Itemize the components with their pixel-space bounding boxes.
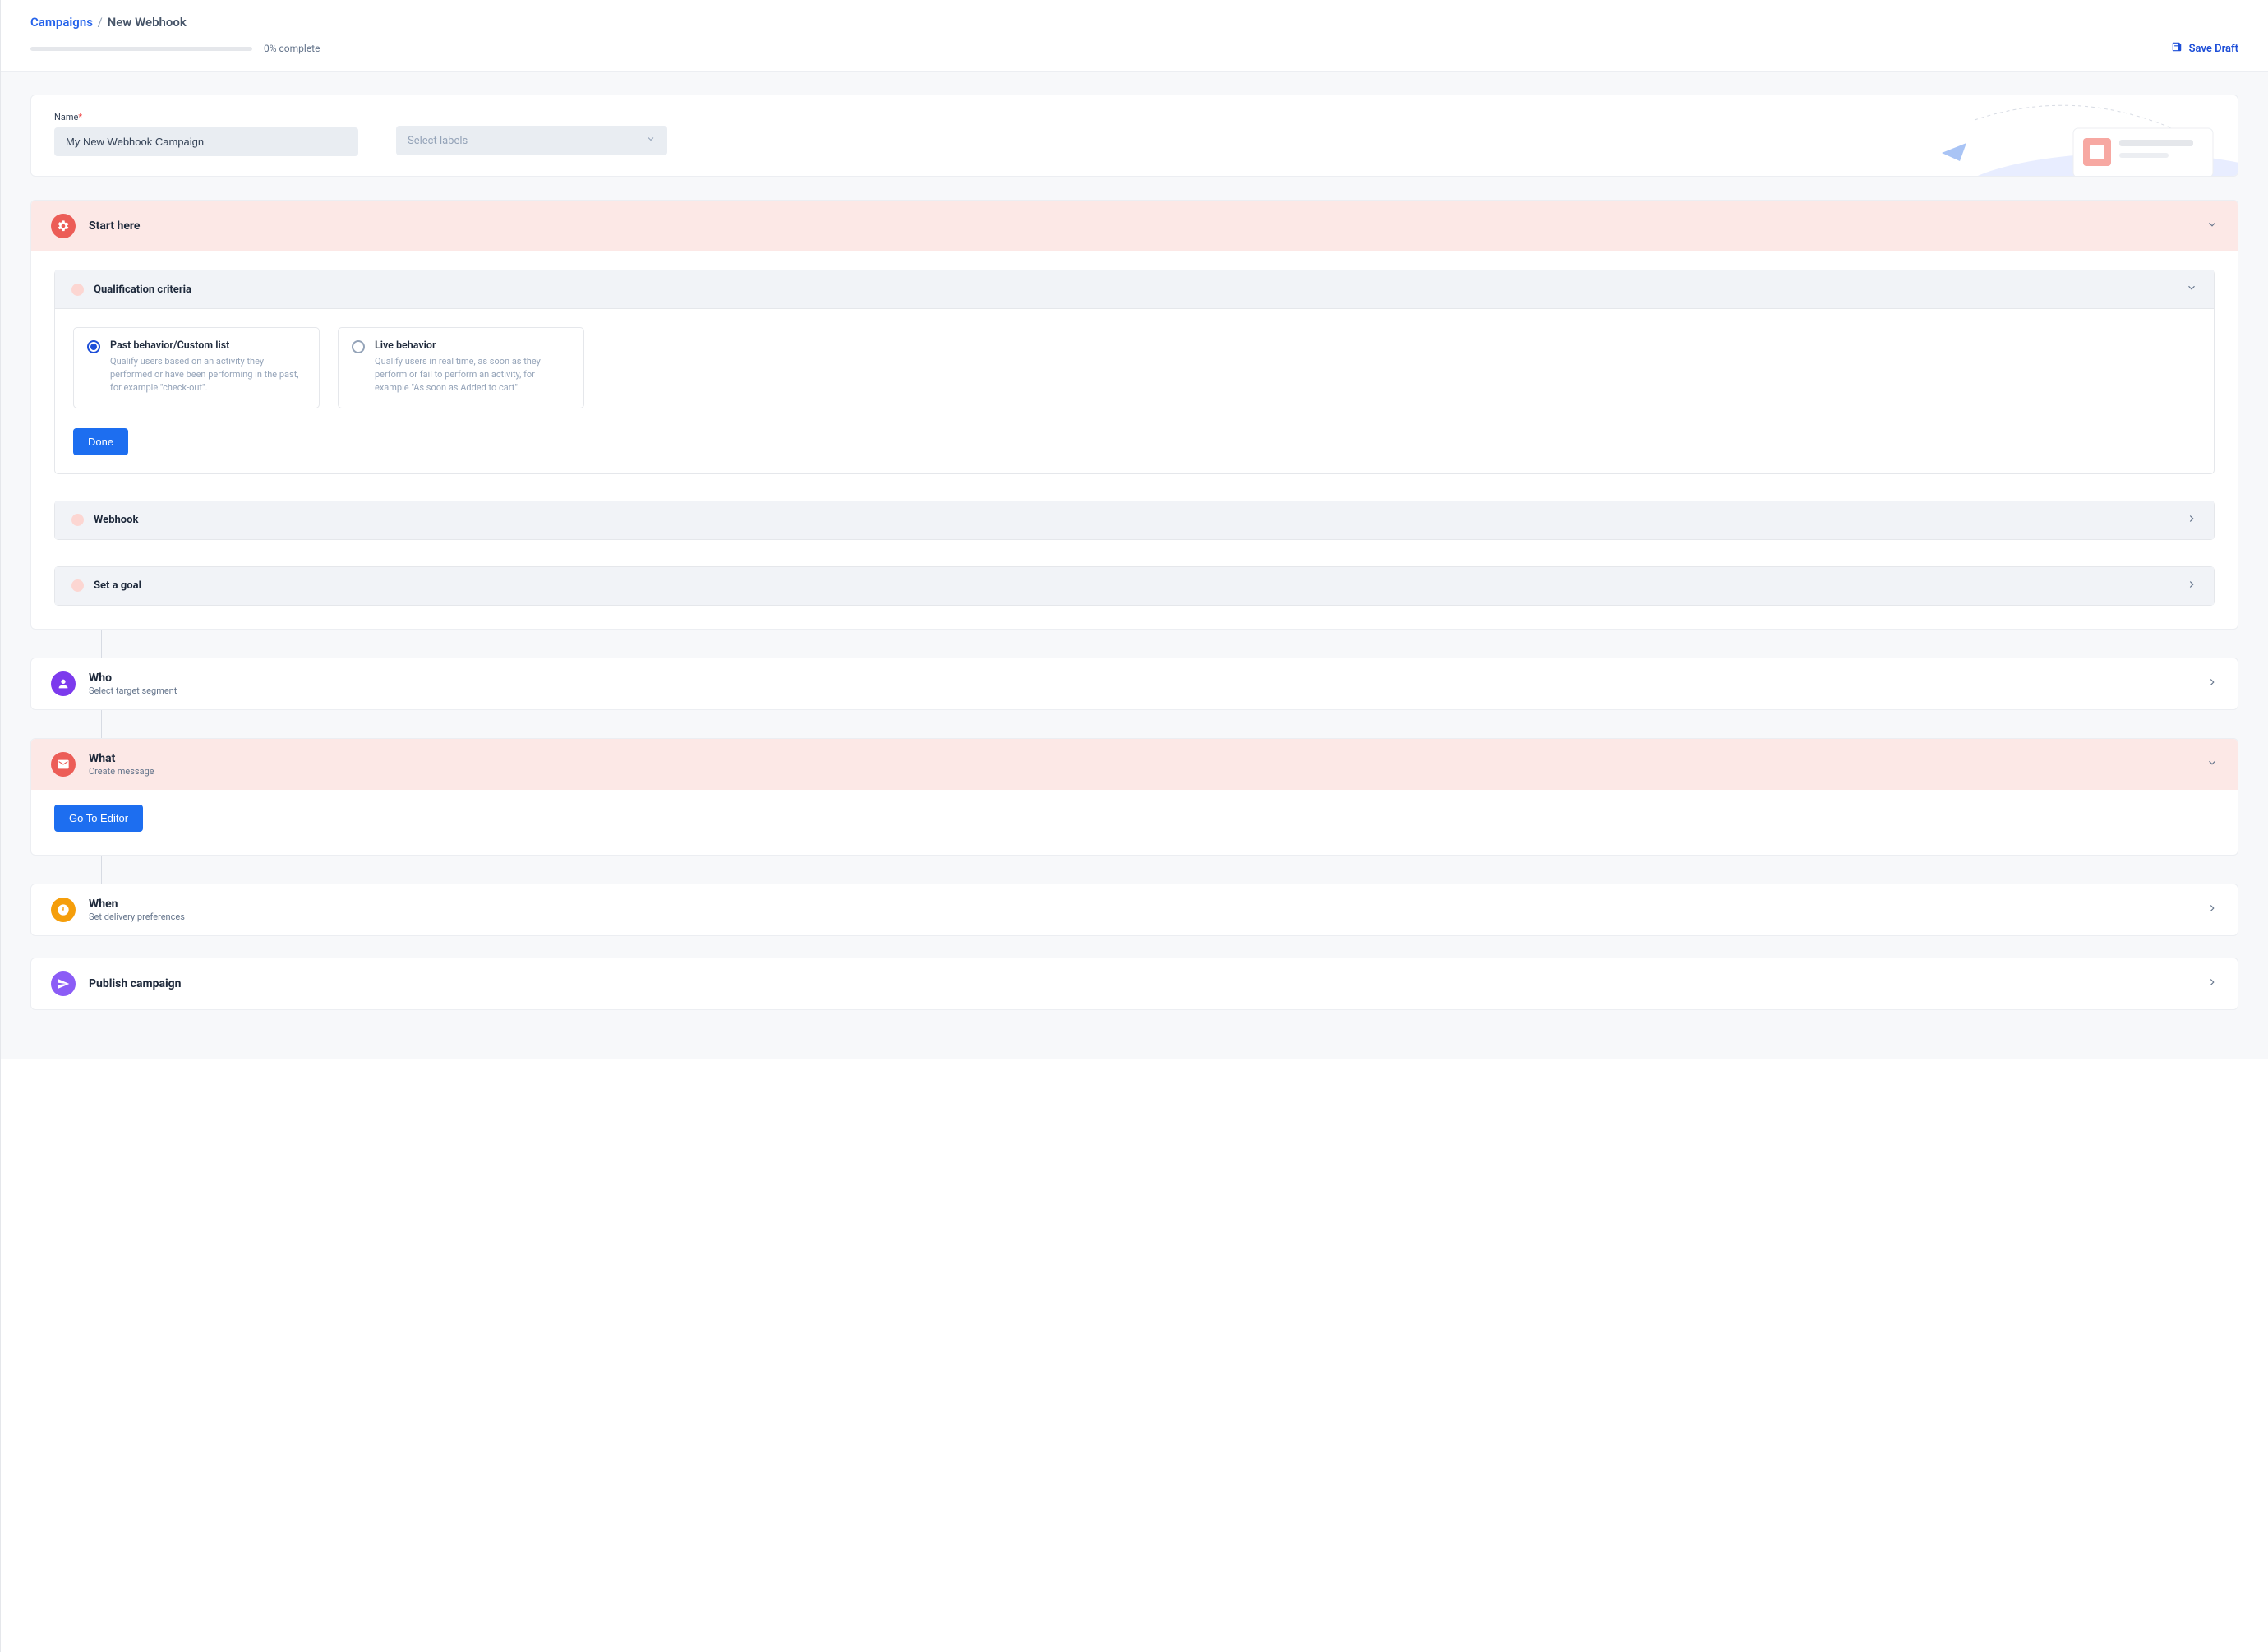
radio-unselected[interactable] [352,340,365,353]
option-title: Live behavior [375,339,570,352]
who-title: Who [89,671,2193,685]
section-who: Who Select target segment [30,658,2238,710]
status-dot [71,514,84,526]
section-start-header[interactable]: Start here [31,201,2238,251]
chevron-down-icon [646,134,656,147]
chevron-right-icon [2206,902,2218,917]
save-icon [2171,41,2183,56]
labels-select[interactable]: Select labels [396,126,667,155]
qualification-title: Qualification criteria [94,284,2176,296]
name-label: Name* [54,112,358,122]
breadcrumb-separator: / [98,15,103,30]
publish-title: Publish campaign [89,977,2193,990]
timeline-connector [101,856,2238,884]
name-card: Name* Select labels [30,95,2238,177]
option-title: Past behavior/Custom list [110,339,306,352]
send-icon [51,971,76,996]
decorative-illustration [1909,95,2238,177]
breadcrumb: Campaigns / New Webhook [1,0,2268,41]
option-live-behavior[interactable]: Live behavior Qualify users in real time… [338,327,584,408]
campaign-name-input[interactable] [54,127,358,156]
chevron-right-icon [2206,976,2218,991]
section-start-title: Start here [89,219,2193,233]
when-title: When [89,898,2193,911]
option-description: Qualify users based on an activity they … [110,355,306,395]
clock-icon [51,898,76,922]
go-to-editor-button[interactable]: Go To Editor [54,805,143,832]
user-icon [51,671,76,696]
what-subtitle: Create message [89,766,2193,777]
goal-title: Set a goal [94,579,2176,592]
progress-bar [30,47,252,51]
section-when-header[interactable]: When Set delivery preferences [31,884,2238,935]
option-past-behavior[interactable]: Past behavior/Custom list Qualify users … [73,327,320,408]
webhook-title: Webhook [94,514,2176,526]
section-when: When Set delivery preferences [30,884,2238,936]
save-draft-label: Save Draft [2189,43,2238,55]
section-who-header[interactable]: Who Select target segment [31,658,2238,709]
section-what: What Create message Go To Editor [30,738,2238,856]
chevron-right-icon [2186,579,2197,593]
breadcrumb-root-link[interactable]: Campaigns [30,15,93,30]
subcard-goal: Set a goal [54,566,2215,606]
gear-icon [51,214,76,238]
status-dot [71,284,84,296]
chevron-down-icon [2206,757,2218,772]
labels-placeholder: Select labels [408,135,468,147]
message-icon [51,752,76,777]
status-dot [71,579,84,592]
section-publish-header[interactable]: Publish campaign [31,958,2238,1009]
done-button[interactable]: Done [73,428,128,455]
section-what-header[interactable]: What Create message [31,739,2238,790]
subcard-goal-header[interactable]: Set a goal [55,567,2214,605]
section-publish: Publish campaign [30,958,2238,1010]
chevron-right-icon [2186,513,2197,528]
when-subtitle: Set delivery preferences [89,911,2193,922]
save-draft-button[interactable]: Save Draft [2171,41,2238,56]
timeline-connector [101,630,2238,658]
subcard-webhook-header[interactable]: Webhook [55,501,2214,539]
timeline-connector [101,710,2238,738]
radio-selected[interactable] [87,340,100,353]
chevron-down-icon [2186,282,2197,297]
chevron-right-icon [2206,676,2218,691]
option-description: Qualify users in real time, as soon as t… [375,355,570,395]
section-start-here: Start here Qualification criteria [30,200,2238,630]
subcard-qualification: Qualification criteria Past behavior/ [54,270,2215,474]
breadcrumb-current: New Webhook [108,15,187,30]
progress-text: 0% complete [264,43,320,54]
subcard-qualification-header[interactable]: Qualification criteria [55,270,2214,309]
what-title: What [89,752,2193,765]
subcard-webhook: Webhook [54,501,2215,540]
chevron-down-icon [2206,219,2218,233]
who-subtitle: Select target segment [89,685,2193,696]
